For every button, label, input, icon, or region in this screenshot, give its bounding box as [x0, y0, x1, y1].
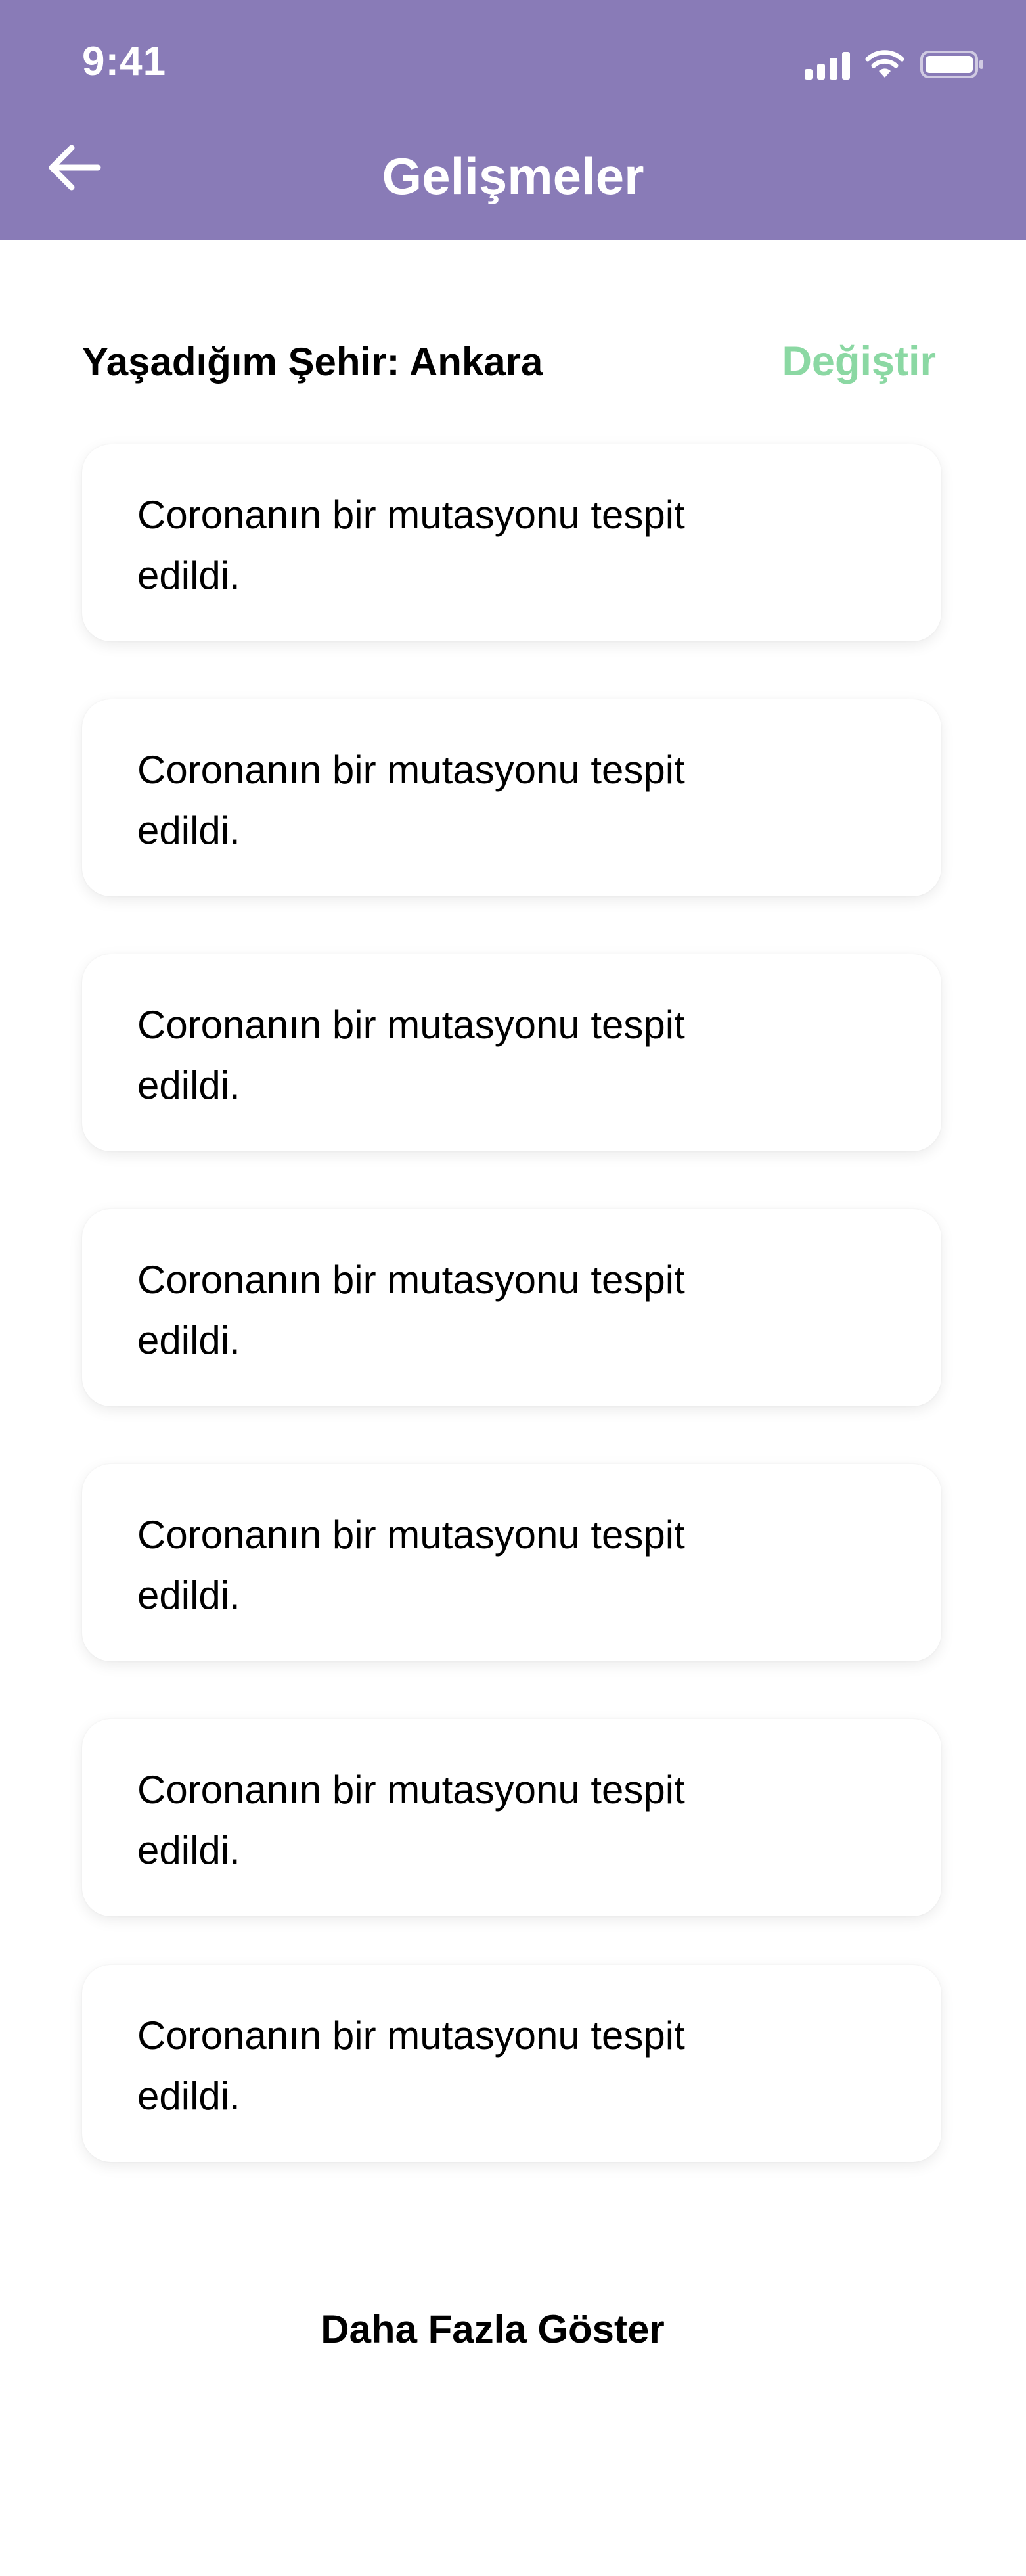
news-card[interactable]: Coronanın bir mutasyonu tespit edildi. — [82, 699, 941, 896]
news-card[interactable]: Coronanın bir mutasyonu tespit edildi. — [82, 444, 941, 641]
header-bar: 9:41 Gelişmeler — [0, 0, 1026, 240]
city-row: Yaşadığım Şehir: Ankara Değiştir — [82, 329, 936, 394]
battery-icon — [920, 51, 983, 78]
news-card-text: Coronanın bir mutasyonu tespit edildi. — [137, 2013, 685, 2118]
page-title: Gelişmeler — [382, 147, 644, 205]
status-time: 9:41 — [82, 39, 167, 84]
news-card-text: Coronanın bir mutasyonu tespit edildi. — [137, 1258, 685, 1362]
news-card[interactable]: Coronanın bir mutasyonu tespit edildi. — [82, 1464, 941, 1661]
news-card[interactable]: Coronanın bir mutasyonu tespit edildi. — [82, 954, 941, 1151]
news-card[interactable]: Coronanın bir mutasyonu tespit edildi. — [82, 1719, 941, 1916]
news-card-text: Coronanın bir mutasyonu tespit edildi. — [137, 1513, 685, 1617]
city-label: Yaşadığım Şehir: Ankara — [82, 340, 543, 384]
news-card[interactable]: Coronanın bir mutasyonu tespit edildi. — [82, 1965, 941, 2162]
wifi-icon — [865, 50, 904, 78]
status-icons — [805, 47, 985, 81]
news-card-text: Coronanın bir mutasyonu tespit edildi. — [137, 493, 685, 597]
news-card-text: Coronanın bir mutasyonu tespit edildi. — [137, 748, 685, 852]
change-city-link[interactable]: Değiştir — [782, 338, 936, 385]
show-more-button[interactable]: Daha Fazla Göster — [0, 2307, 985, 2352]
news-card[interactable]: Coronanın bir mutasyonu tespit edildi. — [82, 1209, 941, 1406]
news-card-text: Coronanın bir mutasyonu tespit edildi. — [137, 1768, 685, 1872]
cellular-signal-icon — [805, 49, 850, 80]
news-card-text: Coronanın bir mutasyonu tespit edildi. — [137, 1003, 685, 1107]
